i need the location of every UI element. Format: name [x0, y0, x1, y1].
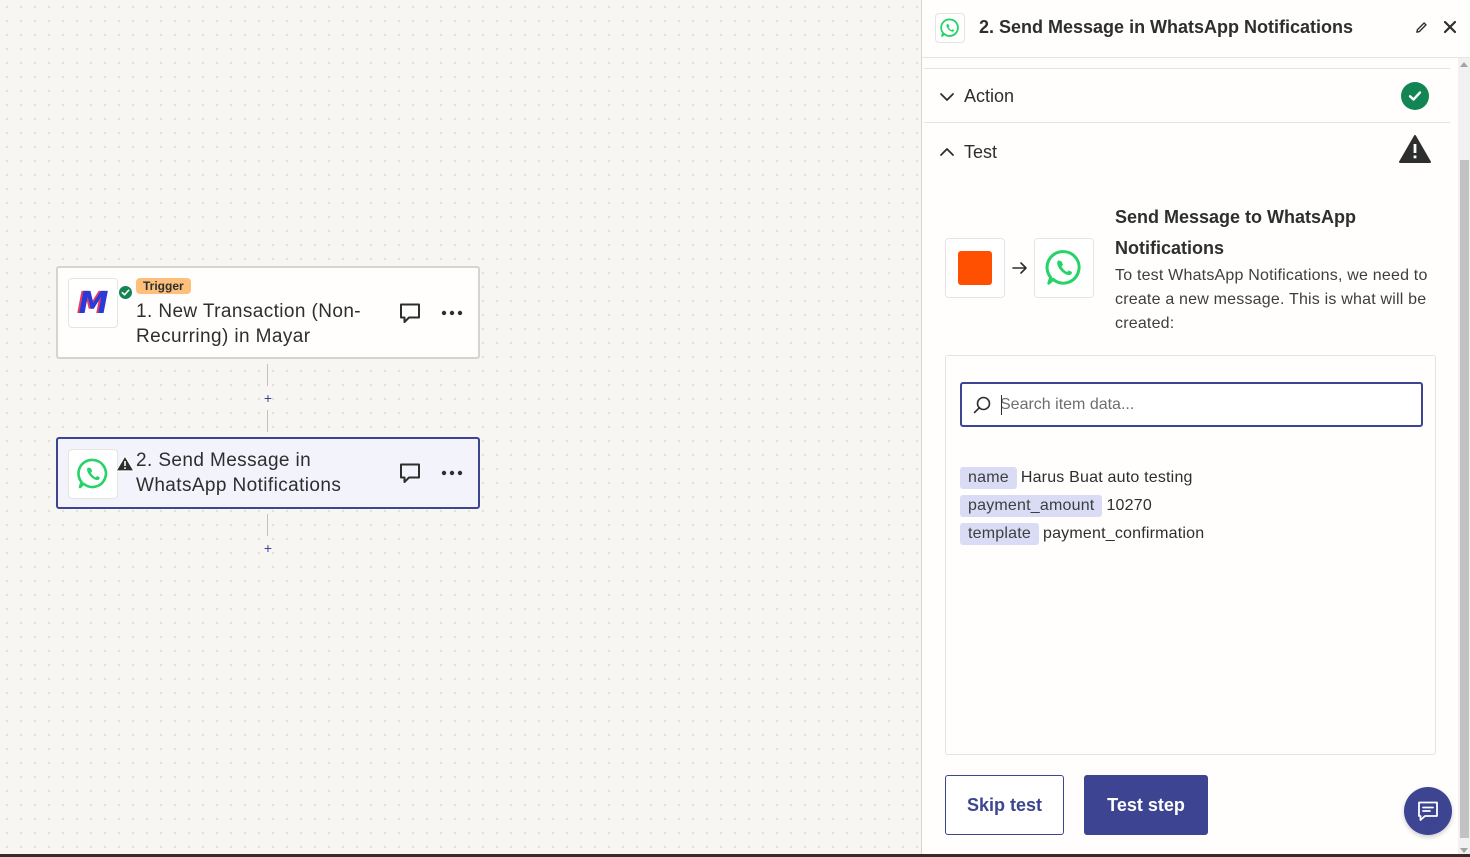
add-step-button[interactable]: +	[262, 541, 274, 555]
panel-header: 2. Send Message in WhatsApp Notification…	[922, 0, 1470, 58]
scroll-down-arrow[interactable]	[1460, 848, 1468, 853]
field-key: payment_amount	[960, 495, 1103, 517]
search-icon	[973, 396, 991, 414]
mayar-app-tile: M	[68, 278, 134, 328]
panel-title: 2. Send Message in WhatsApp Notification…	[979, 17, 1354, 37]
whatsapp-icon	[77, 458, 108, 489]
source-app-tile	[945, 238, 1005, 298]
action-section-label: Action	[964, 86, 1015, 106]
item-data-box: name Harus Buat auto testing payment_amo…	[945, 355, 1436, 755]
field-value: payment_confirmation	[1042, 525, 1205, 542]
warning-icon	[1398, 134, 1432, 164]
data-field-row: template payment_confirmation	[960, 522, 1204, 546]
test-section-label[interactable]: Test	[964, 142, 997, 163]
zapier-orange-icon	[958, 251, 992, 285]
field-key: template	[960, 523, 1039, 545]
chevron-up-icon[interactable]	[938, 143, 956, 161]
chevron-down-icon	[940, 93, 954, 101]
field-key: name	[960, 467, 1017, 489]
close-icon[interactable]	[1440, 17, 1460, 37]
scroll-up-arrow[interactable]	[1460, 62, 1468, 67]
skip-test-button[interactable]: Skip test	[945, 775, 1064, 835]
whatsapp-icon	[940, 18, 959, 37]
trigger-tag: Trigger	[136, 278, 191, 294]
test-description: To test WhatsApp Notifications, we need …	[1115, 267, 1428, 332]
more-icon[interactable]	[439, 300, 465, 326]
arrow-right-icon	[1012, 262, 1027, 274]
text-caret	[1001, 395, 1002, 415]
step-editor-panel: 2. Send Message in WhatsApp Notification…	[921, 0, 1470, 857]
comment-icon[interactable]	[397, 460, 423, 486]
zap-canvas[interactable]: M Trigger 1. New Transaction (Non-Recurr…	[0, 0, 921, 857]
trigger-step-card[interactable]: M Trigger 1. New Transaction (Non-Recurr…	[56, 266, 480, 359]
whatsapp-icon	[1045, 250, 1081, 285]
scroll-thumb[interactable]	[1460, 160, 1469, 838]
test-step-button[interactable]: Test step	[1084, 775, 1208, 835]
field-value: Harus Buat auto testing	[1020, 469, 1193, 486]
more-icon[interactable]	[439, 460, 465, 486]
action-step-card[interactable]: 2. Send Message in WhatsApp Notification…	[56, 437, 480, 509]
whatsapp-app-tile	[935, 13, 965, 43]
panel-scrollbar[interactable]	[1458, 58, 1470, 857]
comment-icon[interactable]	[397, 300, 423, 326]
warning-icon	[115, 455, 135, 472]
pencil-icon[interactable]	[1411, 17, 1431, 37]
action-section-header[interactable]: Action	[924, 68, 1450, 123]
add-step-button[interactable]: +	[262, 391, 274, 405]
search-input[interactable]	[1000, 384, 1415, 425]
chat-icon[interactable]	[1404, 787, 1452, 835]
check-icon	[1401, 82, 1429, 110]
test-heading: Send Message to WhatsApp Notifications	[1115, 207, 1357, 258]
data-field-row: payment_amount 10270	[960, 494, 1152, 518]
whatsapp-app-tile	[68, 449, 135, 499]
field-value: 10270	[1106, 497, 1152, 514]
mayar-logo: M	[78, 285, 109, 321]
check-icon	[117, 284, 134, 301]
whatsapp-app-tile	[1034, 238, 1094, 298]
search-field[interactable]	[960, 382, 1423, 427]
connector-line	[267, 410, 268, 432]
connector-line	[267, 364, 268, 386]
trigger-step-title: 1. New Transaction (Non-Recurring) in Ma…	[136, 301, 362, 347]
data-field-row: name Harus Buat auto testing	[960, 466, 1193, 490]
connector-line	[267, 514, 268, 536]
action-step-title: 2. Send Message in WhatsApp Notification…	[136, 450, 342, 496]
